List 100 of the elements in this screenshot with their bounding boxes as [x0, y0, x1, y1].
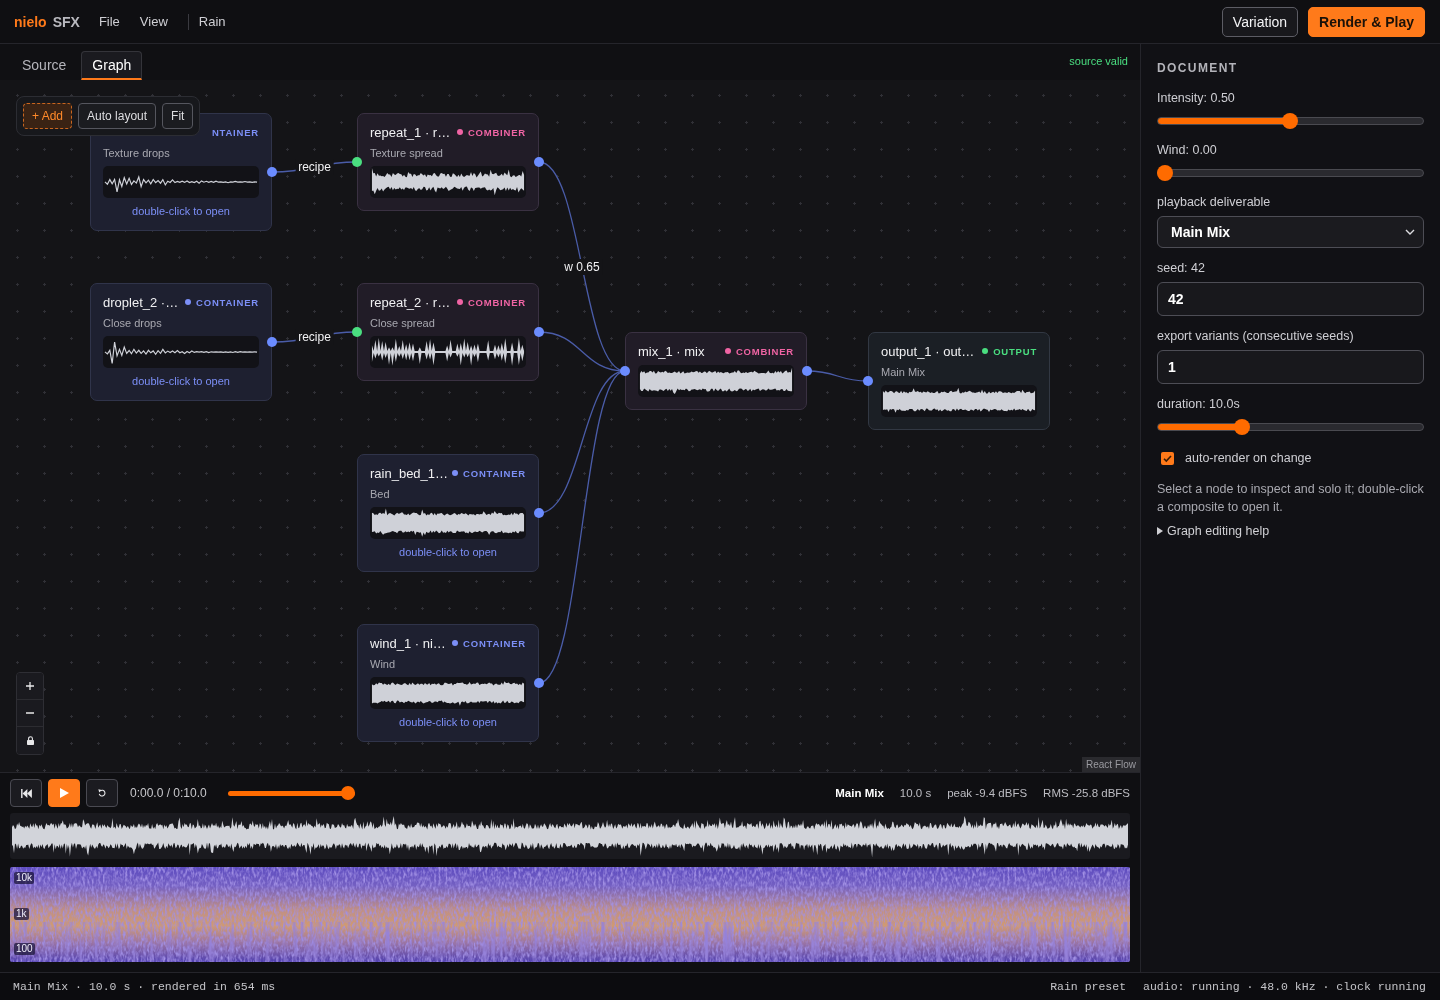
- field-label: seed: 42: [1157, 260, 1206, 276]
- panel-title: DOCUMENT: [1157, 60, 1239, 76]
- edge-label: recipe: [295, 159, 334, 175]
- open-hint: double-click to open: [398, 715, 498, 729]
- slider-thumb[interactable]: [1157, 165, 1173, 181]
- slider-label: Wind: 0.00: [1157, 142, 1218, 158]
- menu-item[interactable]: File: [98, 14, 120, 29]
- attribution-link[interactable]: React Flow: [1082, 757, 1140, 772]
- checkbox-label: auto-render on change: [1185, 451, 1312, 465]
- port-handle[interactable]: [352, 327, 362, 337]
- render-stat: peak -9.4 dBFS: [947, 787, 1028, 799]
- plus-icon: [26, 682, 34, 690]
- slider-thumb[interactable]: [1281, 113, 1298, 129]
- dot-icon: [185, 299, 192, 305]
- node-type-label: COMBINER: [467, 126, 526, 138]
- loop-icon: [98, 789, 106, 797]
- number-input[interactable]: 1: [1157, 350, 1424, 384]
- auto-layout-button[interactable]: Auto layout: [78, 103, 157, 129]
- checkbox[interactable]: [1161, 451, 1174, 465]
- port-handle[interactable]: [620, 366, 630, 376]
- dot-icon: [456, 299, 463, 305]
- dot-icon: [724, 348, 731, 354]
- tab[interactable]: Source: [11, 51, 78, 80]
- deliverable-name: Main Mix: [835, 787, 884, 799]
- node-title: droplet_2 ·…: [103, 294, 179, 310]
- node-subtitle: Close spread: [370, 316, 436, 330]
- port-handle[interactable]: [534, 157, 544, 167]
- product-name: SFX: [52, 13, 80, 30]
- port-handle[interactable]: [802, 366, 812, 376]
- port-handle[interactable]: [534, 508, 544, 518]
- chevron-down-icon: [1405, 229, 1415, 235]
- node-subtitle: Texture drops: [103, 146, 171, 160]
- frequency-label: 10k: [14, 872, 35, 884]
- edge-label: recipe: [295, 329, 334, 345]
- variation-button[interactable]: Variation: [1221, 6, 1299, 37]
- port-handle[interactable]: [352, 157, 362, 167]
- node-subtitle: Close drops: [103, 316, 163, 330]
- node-type-label: CONTAINER: [196, 296, 259, 308]
- help-text: Select a node to inspect and solo it; double-click a composite to open it.: [1157, 481, 1424, 516]
- node-subtitle: Main Mix: [881, 365, 926, 379]
- dot-icon: [452, 470, 459, 476]
- node-title: rain_bed_1…: [370, 465, 449, 481]
- skip-to-start-button[interactable]: [10, 779, 42, 807]
- dot-icon: [982, 348, 989, 354]
- open-hint: double-click to open: [398, 545, 498, 559]
- open-hint: double-click to open: [131, 374, 231, 388]
- document-name: Rain: [198, 14, 226, 29]
- lock-button[interactable]: [17, 727, 43, 754]
- node-title: repeat_1 · r…: [370, 124, 451, 140]
- node-title: wind_1 · ni…: [370, 635, 446, 651]
- port-handle[interactable]: [534, 678, 544, 688]
- minus-icon: [26, 712, 34, 714]
- skip-back-icon: [20, 788, 32, 798]
- play-button[interactable]: [48, 779, 80, 807]
- node-subtitle: Wind: [370, 657, 397, 671]
- port-handle[interactable]: [267, 337, 277, 347]
- status-text: Main Mix · 10.0 s · rendered in 654 ms: [13, 980, 276, 993]
- node-subtitle: Bed: [370, 487, 391, 501]
- tab[interactable]: Graph: [81, 51, 143, 80]
- port-handle[interactable]: [267, 167, 277, 177]
- dot-icon: [452, 640, 459, 646]
- render-play-button[interactable]: Render & Play: [1308, 6, 1425, 37]
- node-title: output_1 · out…: [881, 343, 975, 359]
- loop-button[interactable]: [86, 779, 118, 807]
- disclosure-toggle[interactable]: Graph editing help: [1157, 524, 1270, 538]
- render-stat: 10.0 s: [899, 787, 932, 799]
- node-type-label: CONTAINER: [463, 467, 526, 479]
- logo-text: nielo: [14, 13, 47, 30]
- dot-icon: [456, 129, 463, 135]
- render-stat: RMS -25.8 dBFS: [1043, 787, 1130, 799]
- field-label: export variants (consecutive seeds): [1157, 328, 1355, 344]
- preset-name: Rain preset: [1050, 980, 1127, 993]
- open-hint: double-click to open: [131, 204, 231, 218]
- field-label: playback deliverable: [1157, 194, 1272, 210]
- zoom-out-button[interactable]: [17, 700, 43, 727]
- port-handle[interactable]: [534, 327, 544, 337]
- node-title: repeat_2 · r…: [370, 294, 451, 310]
- deliverable-select[interactable]: Main Mix: [1157, 216, 1424, 248]
- port-handle[interactable]: [863, 376, 873, 386]
- zoom-in-button[interactable]: [17, 673, 43, 700]
- time-readout: 0:00.0 / 0:10.0: [130, 786, 207, 800]
- node-type-label: NTAINER: [211, 126, 259, 138]
- node-title: mix_1 · mix: [638, 343, 705, 359]
- node-subtitle: Texture spread: [370, 146, 444, 160]
- edge-label: w 0.65: [561, 258, 603, 275]
- frequency-label: 100: [14, 943, 35, 955]
- lock-icon: [26, 736, 34, 745]
- play-icon: [59, 788, 69, 798]
- number-input[interactable]: 42: [1157, 282, 1424, 316]
- node-type-label: OUTPUT: [993, 345, 1037, 357]
- node-type-label: CONTAINER: [463, 637, 526, 649]
- slider-label: duration: 10.0s: [1157, 396, 1241, 412]
- engine-status: audio: running · 48.0 kHz · clock running: [1143, 980, 1426, 993]
- node-type-label: COMBINER: [735, 345, 794, 357]
- slider-thumb[interactable]: [340, 785, 355, 800]
- menu-item[interactable]: View: [139, 14, 168, 29]
- add-button[interactable]: + Add: [23, 103, 73, 129]
- validation-status: source valid: [1069, 55, 1129, 67]
- slider-thumb[interactable]: [1234, 419, 1251, 435]
- fit-button[interactable]: Fit: [162, 103, 194, 129]
